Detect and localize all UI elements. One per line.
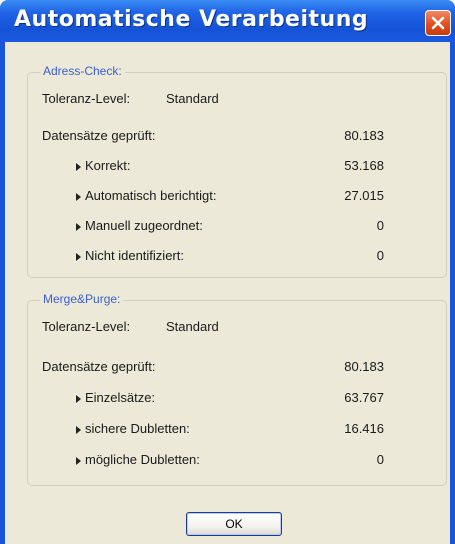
adress-check-legend: Adress-Check: (40, 64, 125, 78)
close-button[interactable] (425, 10, 451, 36)
item-value: 63.767 (344, 390, 384, 405)
bullet-triangle-icon (76, 426, 81, 434)
item-label: mögliche Dubletten: (85, 452, 200, 467)
tolerance-value: Standard (166, 319, 219, 334)
list-item: Einzelsätze: 63.767 (28, 390, 446, 408)
checked-label: Datensätze geprüft: (42, 359, 156, 374)
item-label: Manuell zugeordnet: (85, 218, 203, 233)
list-item: Automatisch berichtigt: 27.015 (28, 188, 446, 206)
checked-value: 80.183 (344, 359, 384, 374)
list-item: Nicht identifiziert: 0 (28, 248, 446, 266)
tolerance-label: Toleranz-Level: (42, 91, 131, 106)
list-item: Manuell zugeordnet: 0 (28, 218, 446, 236)
list-item: Korrekt: 53.168 (28, 158, 446, 176)
window-title: Automatische Verarbeitung (14, 7, 369, 32)
merge-purge-group: Merge&Purge: Toleranz-Level: Standard Da… (27, 292, 447, 486)
ok-button[interactable]: OK (186, 512, 282, 536)
bullet-triangle-icon (76, 223, 81, 231)
list-item: mögliche Dubletten: 0 (28, 452, 446, 470)
bullet-triangle-icon (76, 193, 81, 201)
item-label: sichere Dubletten: (85, 421, 190, 436)
item-value: 16.416 (344, 421, 384, 436)
item-value: 0 (376, 452, 384, 467)
checked-label: Datensätze geprüft: (42, 128, 156, 143)
bullet-triangle-icon (76, 253, 81, 261)
bullet-triangle-icon (76, 163, 81, 171)
checked-value: 80.183 (344, 128, 384, 143)
bullet-triangle-icon (76, 457, 81, 465)
list-item: sichere Dubletten: 16.416 (28, 421, 446, 439)
adress-check-tolerance-row: Toleranz-Level: Standard (28, 91, 446, 109)
adress-check-checked-row: Datensätze geprüft: 80.183 (28, 128, 446, 146)
close-icon (431, 16, 445, 30)
adress-check-group: Adress-Check: Toleranz-Level: Standard D… (27, 64, 447, 278)
item-label: Korrekt: (85, 158, 131, 173)
merge-purge-tolerance-row: Toleranz-Level: Standard (28, 319, 446, 337)
item-value: 53.168 (344, 158, 384, 173)
item-value: 0 (376, 218, 384, 233)
dialog-window: Automatische Verarbeitung Adress-Check: … (0, 0, 455, 544)
merge-purge-legend: Merge&Purge: (40, 292, 124, 306)
item-label: Nicht identifiziert: (85, 248, 184, 263)
item-label: Automatisch berichtigt: (85, 188, 217, 203)
tolerance-value: Standard (166, 91, 219, 106)
item-label: Einzelsätze: (85, 390, 156, 405)
bullet-triangle-icon (76, 395, 81, 403)
tolerance-label: Toleranz-Level: (42, 319, 131, 334)
item-value: 27.015 (344, 188, 384, 203)
merge-purge-checked-row: Datensätze geprüft: 80.183 (28, 359, 446, 377)
title-bar[interactable]: Automatische Verarbeitung (0, 0, 455, 42)
item-value: 0 (376, 248, 384, 263)
dialog-client-area: Adress-Check: Toleranz-Level: Standard D… (5, 42, 450, 544)
